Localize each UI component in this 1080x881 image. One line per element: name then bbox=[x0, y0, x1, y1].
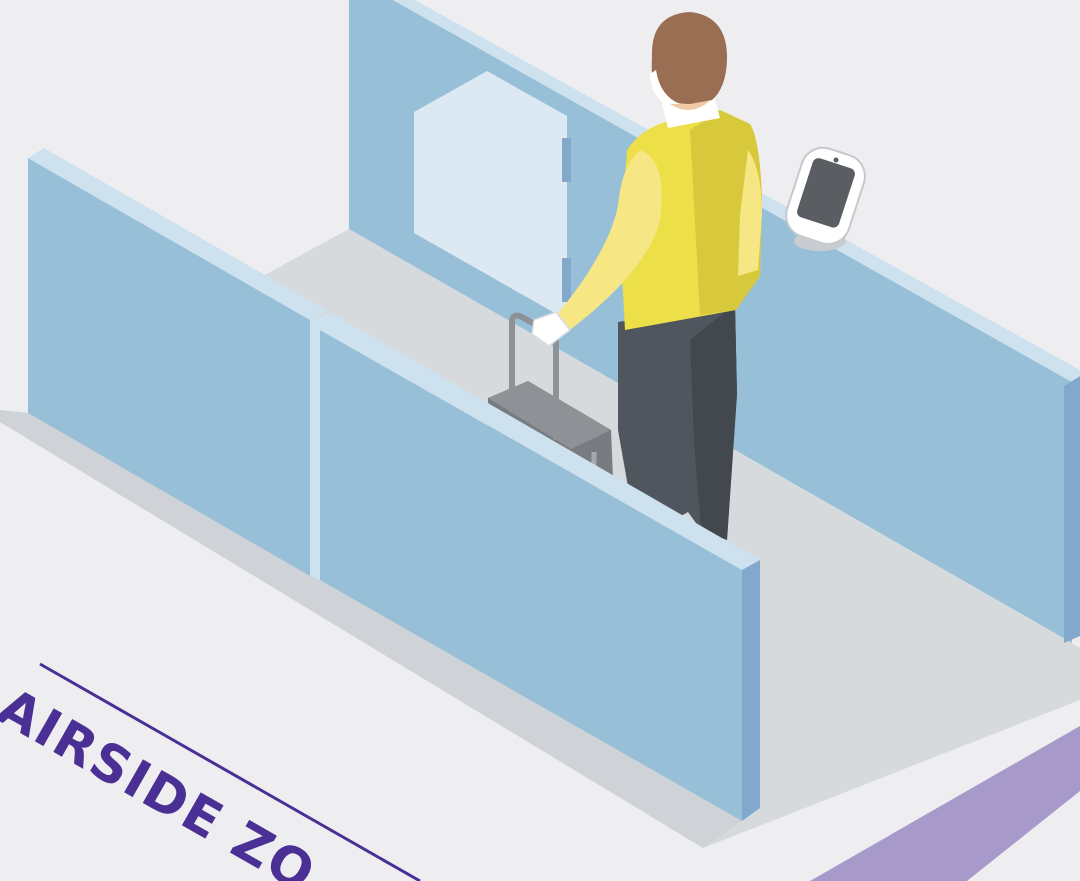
airside-gate-illustration: AIRSIDE ZO bbox=[0, 0, 1080, 881]
